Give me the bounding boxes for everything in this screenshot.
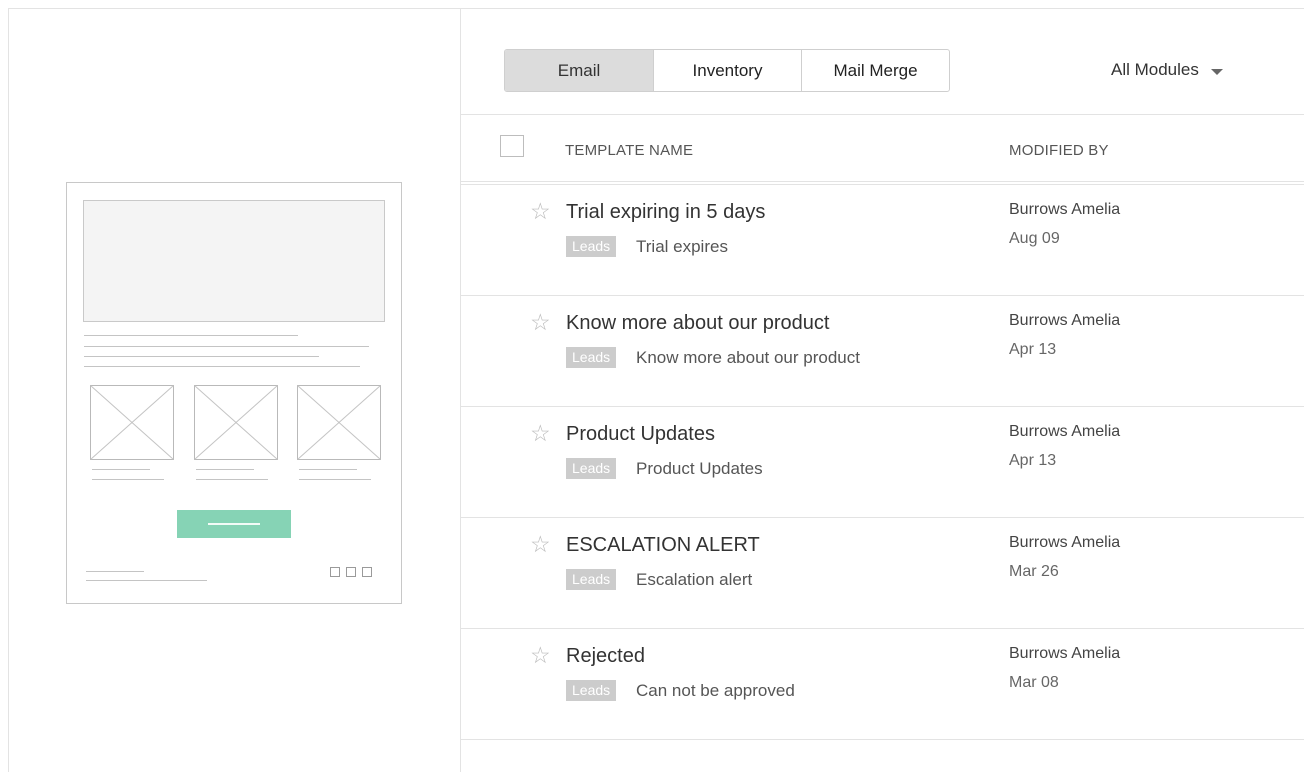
modified-by: Burrows Amelia — [1009, 534, 1121, 551]
modified-date: Aug 09 — [1009, 230, 1060, 247]
star-outline-icon[interactable]: ☆ — [530, 533, 551, 556]
star-outline-icon[interactable]: ☆ — [530, 200, 551, 223]
image-placeholder-icon — [297, 385, 381, 460]
modified-by: Burrows Amelia — [1009, 645, 1121, 662]
table-row[interactable]: ☆ ESCALATION ALERT Leads Escalation aler… — [461, 519, 1304, 629]
select-all-checkbox[interactable] — [500, 135, 524, 157]
table-row[interactable]: ☆ Rejected Leads Can not be approved Bur… — [461, 630, 1304, 740]
module-tag: Leads — [566, 680, 617, 701]
preview-social-square — [346, 567, 356, 577]
preview-caption-line — [299, 479, 371, 480]
tab-mail-merge[interactable]: Mail Merge — [801, 50, 949, 91]
module-tag: Leads — [566, 569, 617, 590]
table-row[interactable]: ☆ Know more about our product Leads Know… — [461, 297, 1304, 407]
template-preview — [66, 182, 402, 604]
caret-down-icon — [1210, 68, 1223, 75]
preview-caption-line — [92, 479, 164, 480]
template-subject: Product Updates — [636, 459, 763, 478]
tab-inventory[interactable]: Inventory — [653, 50, 801, 91]
preview-text-line — [84, 335, 298, 336]
header-separator — [461, 114, 1304, 115]
preview-social-square — [362, 567, 372, 577]
column-header-modified-by[interactable]: MODIFIED BY — [1009, 142, 1109, 159]
module-filter-label: All Modules — [1111, 60, 1199, 79]
table-row[interactable]: ☆ Product Updates Leads Product Updates … — [461, 408, 1304, 518]
preview-cta-button — [177, 510, 291, 538]
image-placeholder-icon — [90, 385, 174, 460]
modified-by: Burrows Amelia — [1009, 423, 1121, 440]
tab-email[interactable]: Email — [505, 50, 653, 91]
template-subject: Trial expires — [636, 237, 728, 256]
preview-footer-line — [86, 580, 207, 581]
preview-text-line — [84, 366, 360, 367]
preview-caption-line — [299, 469, 357, 470]
preview-hero-image — [83, 200, 385, 322]
module-tag: Leads — [566, 236, 617, 257]
column-header-separator — [461, 184, 1304, 185]
star-outline-icon[interactable]: ☆ — [530, 644, 551, 667]
template-name[interactable]: Know more about our product — [566, 312, 830, 335]
preview-footer-line — [86, 571, 144, 572]
column-header-template-name[interactable]: TEMPLATE NAME — [565, 142, 693, 159]
preview-text-line — [84, 356, 319, 357]
modified-date: Apr 13 — [1009, 341, 1057, 358]
template-subject: Know more about our product — [636, 348, 860, 367]
modified-date: Mar 26 — [1009, 563, 1059, 580]
template-name[interactable]: ESCALATION ALERT — [566, 534, 760, 557]
module-filter-dropdown[interactable]: All Modules — [1111, 60, 1223, 80]
column-header-separator — [461, 181, 1304, 182]
preview-caption-line — [92, 469, 150, 470]
modified-by: Burrows Amelia — [1009, 201, 1121, 218]
preview-caption-line — [196, 469, 254, 470]
modified-by: Burrows Amelia — [1009, 312, 1121, 329]
modified-date: Apr 13 — [1009, 452, 1057, 469]
image-placeholder-icon — [194, 385, 278, 460]
preview-social-square — [330, 567, 340, 577]
star-outline-icon[interactable]: ☆ — [530, 311, 551, 334]
module-tag: Leads — [566, 458, 617, 479]
template-name[interactable]: Product Updates — [566, 423, 715, 446]
modified-date: Mar 08 — [1009, 674, 1059, 691]
star-outline-icon[interactable]: ☆ — [530, 422, 551, 445]
template-name[interactable]: Rejected — [566, 645, 645, 668]
module-tag: Leads — [566, 347, 617, 368]
preview-caption-line — [196, 479, 268, 480]
template-type-tabs: Email Inventory Mail Merge — [504, 49, 950, 92]
template-name[interactable]: Trial expiring in 5 days — [566, 201, 765, 224]
preview-text-line — [84, 346, 369, 347]
table-row[interactable]: ☆ Trial expiring in 5 days Leads Trial e… — [461, 186, 1304, 296]
template-subject: Escalation alert — [636, 570, 753, 589]
template-subject: Can not be approved — [636, 681, 795, 700]
